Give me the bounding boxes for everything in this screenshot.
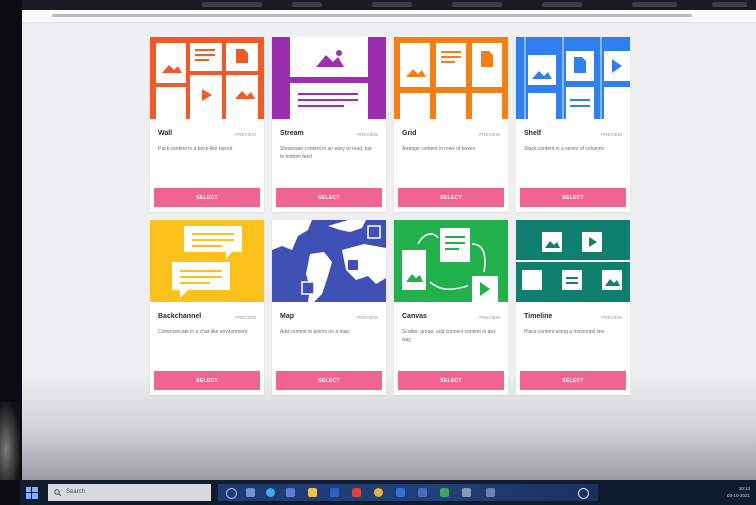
select-button[interactable]: SELECT — [154, 188, 260, 207]
card-description: Add content to points on a map — [280, 329, 350, 335]
card-title: Stream — [280, 130, 304, 137]
system-tray[interactable]: 10:13 03-10-2021 — [727, 485, 750, 499]
cortana-icon[interactable] — [226, 488, 237, 499]
word-icon[interactable] — [330, 488, 339, 497]
search-icon — [54, 489, 61, 496]
app-icon[interactable] — [418, 488, 427, 497]
mail-icon[interactable] — [396, 488, 405, 497]
card-description: Stack content in a series of columns — [524, 146, 605, 152]
edge-icon[interactable] — [266, 488, 275, 497]
powerpoint-icon[interactable] — [352, 488, 361, 497]
preview-link[interactable]: PREVIEW — [601, 315, 622, 320]
stream-thumbnail — [272, 37, 386, 119]
layout-card-canvas[interactable]: Canvas PREVIEW Scatter, group, and conne… — [394, 220, 508, 395]
card-title: Timeline — [524, 313, 553, 320]
card-title: Canvas — [402, 313, 427, 320]
layout-card-wall[interactable]: Wall PREVIEW Pack content in a brick-lik… — [150, 37, 264, 212]
taskbar-search-input[interactable]: Search — [48, 484, 211, 501]
meet-icon[interactable] — [440, 488, 449, 497]
chrome-icon[interactable] — [374, 488, 383, 497]
tray-date: 03-10-2021 — [726, 493, 750, 498]
card-description: Scatter, group, and connect content in a… — [402, 329, 496, 343]
card-title: Map — [280, 313, 294, 320]
card-description: Showcase content in an easy to read, top… — [280, 146, 372, 160]
wall-thumbnail — [150, 37, 264, 119]
grid-thumbnail — [394, 37, 508, 119]
preview-link[interactable]: PREVIEW — [235, 132, 256, 137]
tray-time: 10:13 — [738, 486, 750, 491]
card-title: Wall — [158, 130, 173, 137]
layout-card-shelf[interactable]: Shelf PREVIEW Stack content in a series … — [516, 37, 630, 212]
card-description: Communicate in a chat-like environment — [158, 329, 248, 335]
preview-link[interactable]: PREVIEW — [601, 132, 622, 137]
card-title: Grid — [402, 130, 417, 137]
card-description: Place content along a horizontal line — [524, 329, 605, 335]
preview-link[interactable]: PREVIEW — [357, 132, 378, 137]
layout-card-grid[interactable]: Grid PREVIEW Arrange content in rows of … — [394, 37, 508, 212]
select-button[interactable]: SELECT — [276, 371, 382, 390]
select-button[interactable]: SELECT — [398, 371, 504, 390]
page-header-strip — [22, 10, 756, 23]
select-button[interactable]: SELECT — [398, 188, 504, 207]
card-description: Pack content in a brick-like layout — [158, 146, 233, 152]
preview-link[interactable]: PREVIEW — [479, 132, 500, 137]
preview-link[interactable]: PREVIEW — [235, 315, 256, 320]
preview-link[interactable]: PREVIEW — [479, 315, 500, 320]
card-title: Backchannel — [158, 313, 202, 320]
timeline-thumbnail — [516, 220, 630, 302]
map-thumbnail — [272, 220, 386, 302]
select-button[interactable]: SELECT — [276, 188, 382, 207]
select-button[interactable]: SELECT — [520, 371, 626, 390]
progress-handle-icon[interactable] — [578, 488, 589, 499]
windows-taskbar: Search 10:13 03-10-2021 — [20, 480, 756, 505]
select-button[interactable]: SELECT — [154, 371, 260, 390]
layout-card-backchannel[interactable]: Backchannel PREVIEW Communicate in a cha… — [150, 220, 264, 395]
backchannel-thumbnail — [150, 220, 264, 302]
select-button[interactable]: SELECT — [520, 188, 626, 207]
layout-card-map[interactable]: Map PREVIEW Add content to points on a m… — [272, 220, 386, 395]
canvas-thumbnail — [394, 220, 508, 302]
task-view-icon[interactable] — [246, 488, 255, 497]
browser-bookmarks-bar — [22, 0, 756, 10]
card-title: Shelf — [524, 130, 542, 137]
windows-start-icon[interactable] — [26, 486, 38, 499]
file-explorer-icon[interactable] — [308, 488, 317, 497]
search-placeholder: Search — [66, 489, 86, 495]
webcam-overlay — [0, 402, 20, 480]
app-icon[interactable] — [486, 488, 495, 497]
store-icon[interactable] — [286, 488, 295, 497]
browser-viewport: Wall PREVIEW Pack content in a brick-lik… — [22, 0, 756, 480]
recording-icon[interactable] — [462, 488, 471, 497]
preview-link[interactable]: PREVIEW — [357, 315, 378, 320]
card-description: Arrange content in rows of boxes — [402, 146, 476, 152]
taskbar-pinned-apps — [218, 484, 598, 501]
shelf-thumbnail — [516, 37, 630, 119]
layout-card-timeline[interactable]: Timeline PREVIEW Place content along a h… — [516, 220, 630, 395]
layout-card-stream[interactable]: Stream PREVIEW Showcase content in an ea… — [272, 37, 386, 212]
